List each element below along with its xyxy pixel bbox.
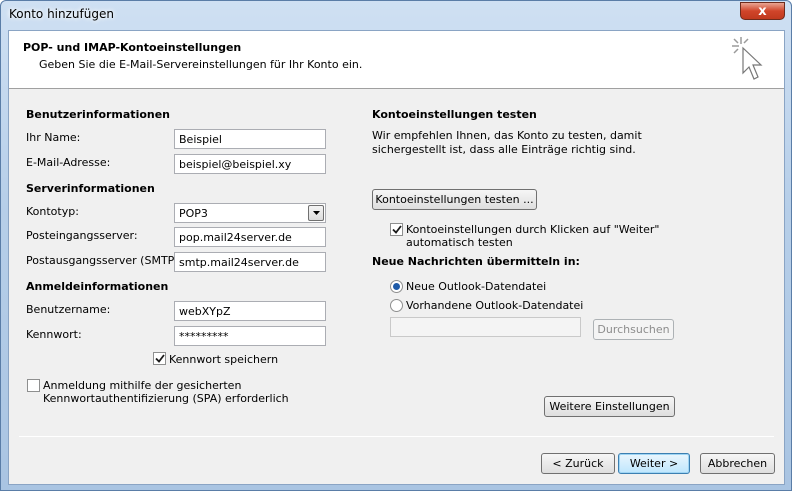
title-bar[interactable]: Konto hinzufügen x: [1, 1, 791, 29]
outgoing-server-label: Postausgangsserver (SMTP):: [26, 254, 183, 267]
close-button[interactable]: x: [740, 2, 785, 20]
password-field[interactable]: *********: [174, 326, 326, 346]
close-icon: x: [758, 3, 767, 19]
radio-new-datafile[interactable]: [390, 280, 403, 293]
browse-button[interactable]: Durchsuchen: [593, 319, 674, 340]
more-settings-button[interactable]: Weitere Einstellungen: [544, 396, 675, 417]
username-label: Benutzername:: [26, 303, 111, 316]
deliver-heading: Neue Nachrichten übermitteln in:: [372, 255, 580, 268]
dialog-window: Konto hinzufügen x POP- und IMAP-Kontoei…: [0, 0, 792, 491]
outgoing-server-field[interactable]: smtp.mail24server.de: [174, 252, 326, 272]
wizard-cursor-icon: [732, 37, 763, 80]
wizard-header: POP- und IMAP-Kontoeinstellungen Geben S…: [9, 31, 784, 89]
incoming-server-label: Posteingangsserver:: [26, 229, 138, 242]
account-type-select[interactable]: POP3: [174, 203, 326, 223]
auto-test-label-line1: Kontoeinstellungen durch Klicken auf "We…: [406, 223, 660, 236]
remember-password-checkbox[interactable]: [153, 352, 166, 365]
password-label: Kennwort:: [26, 328, 82, 341]
login-info-heading: Anmeldeinformationen: [26, 280, 169, 293]
spa-checkbox[interactable]: [27, 379, 40, 392]
test-description-line2: sichergestellt ist, dass alle Einträge r…: [372, 143, 636, 156]
footer-divider: [19, 436, 774, 437]
page-subtitle: Geben Sie die E-Mail-Servereinstellungen…: [39, 58, 363, 71]
account-type-value: POP3: [179, 207, 208, 220]
spa-label-line1: Anmeldung mithilfe der gesicherten: [43, 379, 242, 392]
server-info-heading: Serverinformationen: [26, 182, 155, 195]
cancel-button[interactable]: Abbrechen: [700, 453, 775, 474]
test-description-line1: Wir empfehlen Ihnen, das Konto zu testen…: [372, 129, 642, 142]
checkmark-icon: [391, 225, 402, 234]
radio-new-datafile-label: Neue Outlook-Datendatei: [406, 280, 547, 293]
email-field[interactable]: beispiel@beispiel.xy: [174, 154, 326, 174]
chevron-down-icon[interactable]: [308, 205, 324, 221]
auto-test-label-line2: automatisch testen: [406, 236, 513, 249]
radio-selected-dot: [393, 283, 400, 290]
next-button[interactable]: Weiter >: [618, 453, 690, 474]
incoming-server-field[interactable]: pop.mail24server.de: [174, 227, 326, 247]
username-field[interactable]: webXYpZ: [174, 301, 326, 321]
radio-existing-datafile[interactable]: [390, 299, 403, 312]
radio-existing-datafile-label: Vorhandene Outlook-Datendatei: [406, 299, 584, 312]
user-info-heading: Benutzerinformationen: [26, 108, 171, 121]
datafile-path-field[interactable]: [390, 317, 581, 337]
checkmark-icon: [154, 354, 165, 363]
name-label: Ihr Name:: [26, 131, 81, 144]
window-title: Konto hinzufügen: [9, 7, 114, 21]
test-heading: Kontoeinstellungen testen: [372, 108, 537, 121]
dialog-client: POP- und IMAP-Kontoeinstellungen Geben S…: [8, 30, 785, 485]
name-field[interactable]: Beispiel: [174, 129, 326, 149]
test-account-button[interactable]: Kontoeinstellungen testen ...: [372, 189, 537, 210]
spa-label-line2: Kennwortauthentifizierung (SPA) erforder…: [43, 392, 289, 405]
page-title: POP- und IMAP-Kontoeinstellungen: [23, 41, 242, 54]
auto-test-checkbox[interactable]: [390, 223, 403, 236]
remember-password-label: Kennwort speichern: [169, 353, 279, 366]
account-type-label: Kontotyp:: [26, 205, 79, 218]
back-button[interactable]: < Zurück: [541, 453, 615, 474]
email-label: E-Mail-Adresse:: [26, 156, 111, 169]
